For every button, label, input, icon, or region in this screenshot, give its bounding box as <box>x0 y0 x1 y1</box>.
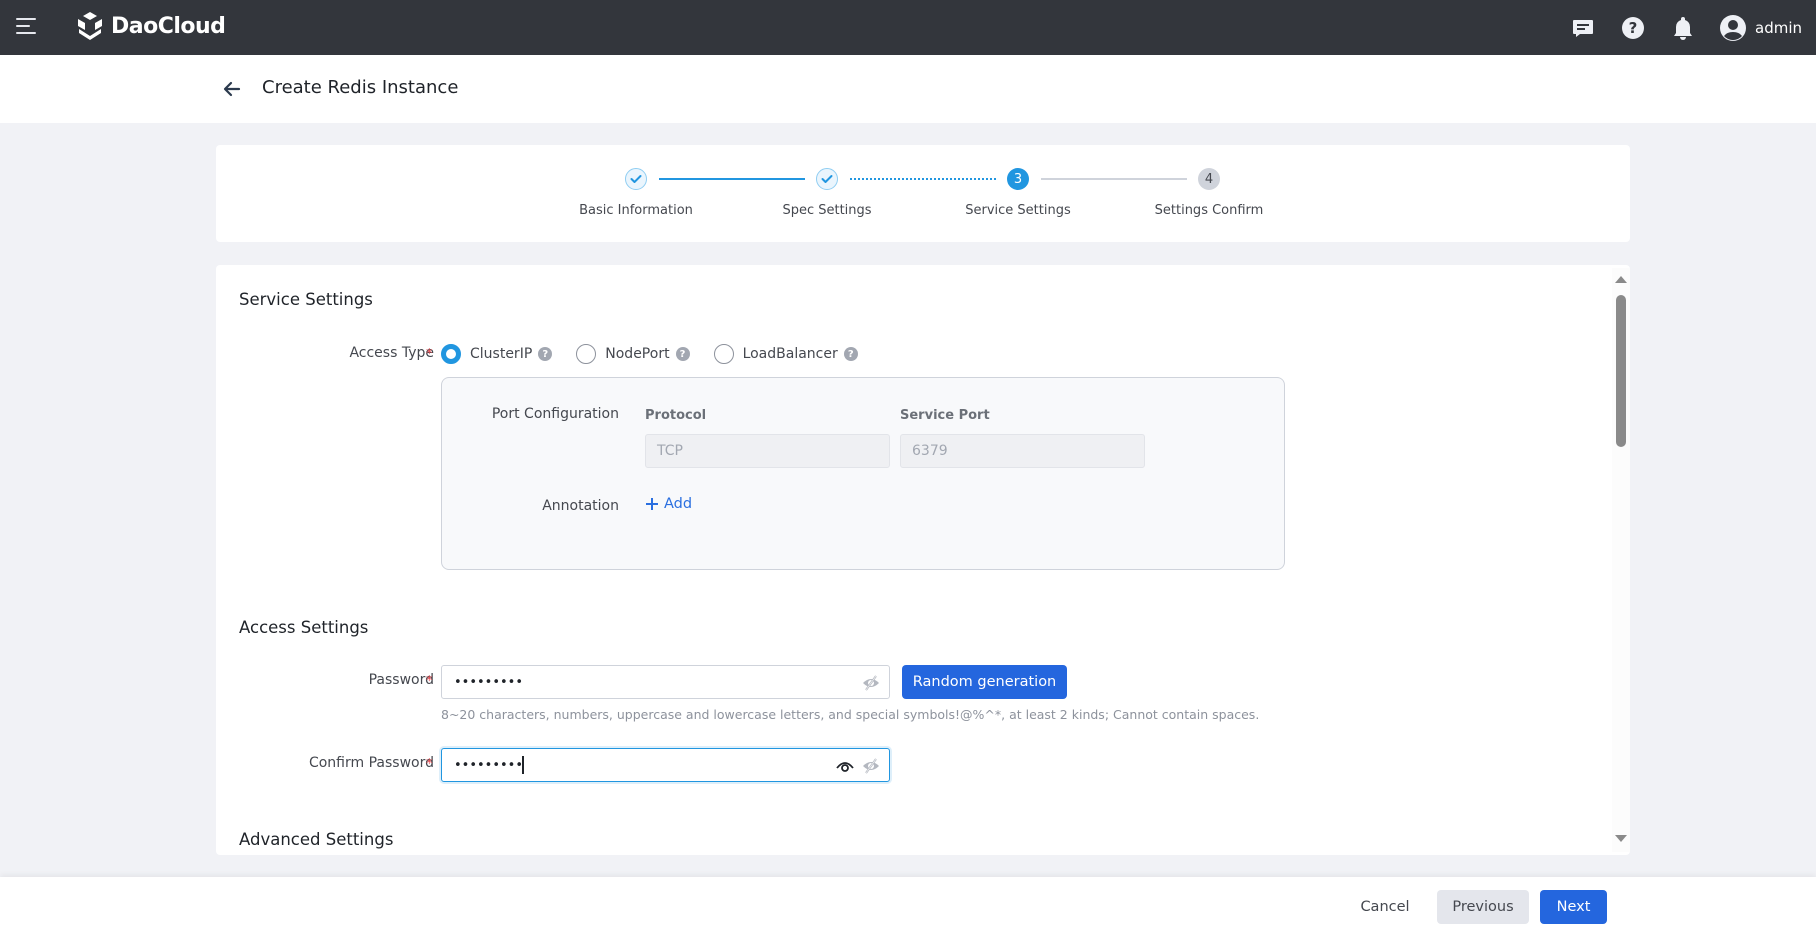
password-label: Password <box>368 672 434 688</box>
random-generation-button[interactable]: Random generation <box>902 665 1067 699</box>
step-connector <box>1041 178 1187 180</box>
protocol-column-header: Protocol <box>645 408 707 423</box>
password-input[interactable]: ••••••••• <box>441 665 890 699</box>
password-value: ••••••••• <box>454 674 524 690</box>
scrollbar-thumb[interactable] <box>1616 295 1626 447</box>
plus-icon <box>646 498 658 510</box>
eye-off-icon[interactable] <box>861 673 881 693</box>
user-menu[interactable]: admin <box>1719 14 1802 42</box>
page-header: Create Redis Instance <box>0 55 1816 123</box>
radio-label: ClusterIP <box>470 346 533 362</box>
port-configuration-panel: Port Configuration Protocol Service Port… <box>441 377 1285 570</box>
step-label: Basic Information <box>579 203 693 218</box>
section-title-advanced-settings: Advanced Settings <box>239 830 394 849</box>
page-title: Create Redis Instance <box>262 77 459 98</box>
step-label: Settings Confirm <box>1154 203 1264 218</box>
message-icon[interactable] <box>1569 14 1597 42</box>
previous-button[interactable]: Previous <box>1437 890 1529 924</box>
daocloud-logo-icon <box>78 12 102 40</box>
section-title-access-settings: Access Settings <box>239 618 369 637</box>
service-port-input: 6379 <box>900 434 1145 468</box>
avatar-icon <box>1720 14 1746 41</box>
eye-off-icon[interactable] <box>861 756 881 776</box>
service-port-column-header: Service Port <box>900 408 990 423</box>
radio-clusterip[interactable]: ClusterIP ? <box>441 344 553 364</box>
notification-bell-icon[interactable] <box>1669 14 1697 42</box>
add-annotation-button[interactable]: Add <box>645 496 692 512</box>
radio-label: NodePort <box>605 346 670 362</box>
username: admin <box>1755 18 1802 37</box>
check-icon <box>816 168 838 190</box>
radio-button[interactable] <box>713 344 734 364</box>
hamburger-menu-icon[interactable] <box>16 18 36 36</box>
top-navigation-bar: DaoCloud ? admin <box>0 0 1816 55</box>
section-title-service-settings: Service Settings <box>239 290 373 309</box>
step-number: 3 <box>1007 168 1029 190</box>
confirm-password-input[interactable]: ••••••••• <box>441 748 890 782</box>
svg-text:?: ? <box>1629 19 1638 37</box>
radio-loadbalancer[interactable]: LoadBalancer ? <box>713 344 858 364</box>
confirm-password-value: ••••••••• <box>454 757 524 773</box>
protocol-input: TCP <box>645 434 890 468</box>
vertical-scrollbar[interactable] <box>1612 268 1630 852</box>
confirm-password-label: Confirm Password <box>308 755 434 771</box>
access-type-label: Access Type <box>349 345 434 361</box>
add-label: Add <box>664 496 693 512</box>
step-number: 4 <box>1198 168 1220 190</box>
step-connector <box>850 178 996 180</box>
annotation-label: Annotation <box>542 498 619 514</box>
help-circle-icon[interactable]: ? <box>843 347 858 361</box>
logo[interactable]: DaoCloud <box>75 10 226 42</box>
eye-open-icon[interactable] <box>835 756 855 776</box>
radio-button-checked[interactable] <box>441 344 461 364</box>
scroll-up-arrow-icon[interactable] <box>1615 276 1627 283</box>
help-icon[interactable]: ? <box>1619 14 1647 42</box>
cancel-button[interactable]: Cancel <box>1350 890 1420 924</box>
radio-label: LoadBalancer <box>742 346 838 362</box>
check-icon <box>625 168 647 190</box>
port-configuration-label: Port Configuration <box>491 406 619 422</box>
brand-name: DaoCloud <box>111 13 226 39</box>
footer-action-bar: Cancel Previous Next <box>0 877 1816 932</box>
scroll-down-arrow-icon[interactable] <box>1615 835 1627 842</box>
required-marker: * <box>426 347 433 362</box>
form-card: Service Settings Access Type * ClusterIP… <box>216 265 1630 855</box>
text-cursor <box>522 756 525 774</box>
step-label: Service Settings <box>965 203 1071 218</box>
back-arrow-icon[interactable] <box>222 79 244 99</box>
password-hint: 8~20 characters, numbers, uppercase and … <box>441 707 1260 722</box>
help-circle-icon[interactable]: ? <box>538 347 553 361</box>
radio-button[interactable] <box>576 344 597 364</box>
step-label: Spec Settings <box>782 203 872 218</box>
step-connector <box>659 178 805 180</box>
wizard-steps: Basic Information Spec Settings 3 Servic… <box>216 145 1630 242</box>
required-marker: * <box>426 674 433 689</box>
help-circle-icon[interactable]: ? <box>675 347 690 361</box>
radio-nodeport[interactable]: NodePort ? <box>576 344 690 364</box>
access-type-radio-group: ClusterIP ? NodePort ? LoadBalancer ? <box>441 344 882 364</box>
next-button[interactable]: Next <box>1540 890 1607 924</box>
required-marker: * <box>426 757 433 772</box>
